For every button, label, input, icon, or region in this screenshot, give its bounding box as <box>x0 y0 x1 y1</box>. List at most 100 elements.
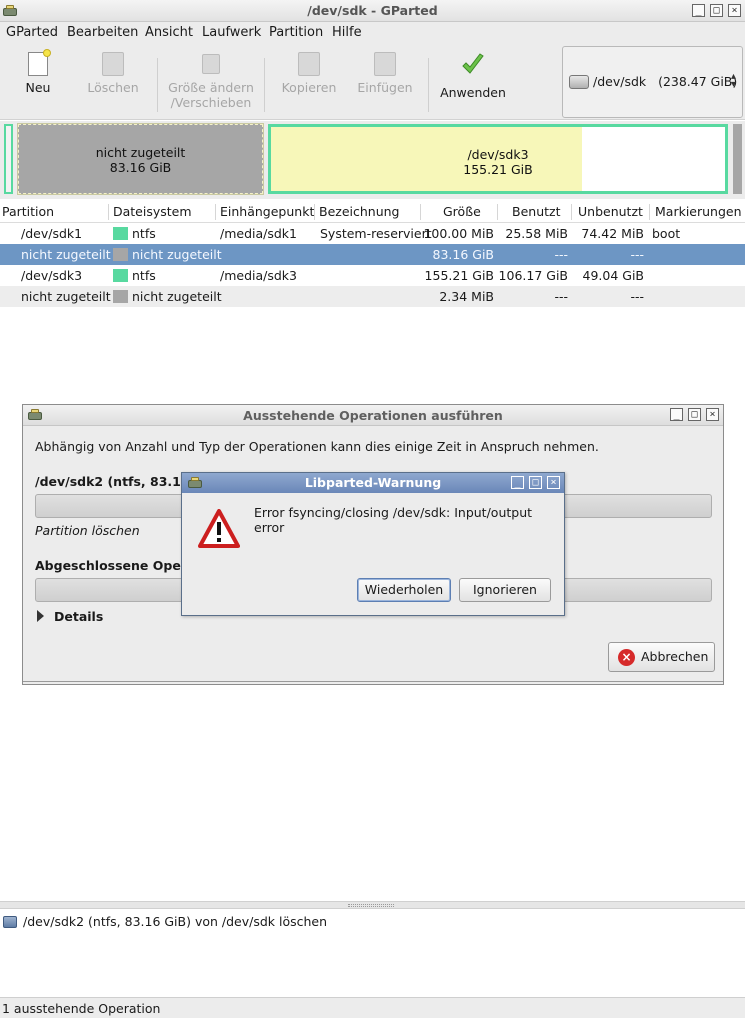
col-size[interactable]: Größe <box>443 204 481 219</box>
checkmark-icon <box>462 53 484 74</box>
cell-filesystem: nicht zugeteilt <box>132 289 222 304</box>
harddisk-icon <box>3 916 17 928</box>
table-row[interactable]: nicht zugeteilt nicht zugeteilt 83.16 Gi… <box>0 244 745 265</box>
cell-size: 100.00 MiB <box>423 226 494 241</box>
device-name: /dev/sdk <box>593 74 647 89</box>
libparted-warning-dialog: Libparted-Warnung _ □ × Error fsyncing/c… <box>181 472 565 616</box>
cell-label: System-reserviert <box>320 226 432 241</box>
list-item[interactable]: /dev/sdk2 (ntfs, 83.16 GiB) von /dev/sdk… <box>0 912 745 932</box>
harddisk-icon <box>569 75 589 89</box>
warning-message: Error fsyncing/closing /dev/sdk: Input/o… <box>254 505 533 535</box>
apply-button[interactable]: Anwenden <box>437 52 509 100</box>
fs-color-swatch <box>113 269 128 282</box>
menubar: GParted Bearbeiten Ansicht Laufwerk Part… <box>0 22 745 44</box>
close-button[interactable]: × <box>706 408 719 421</box>
menu-device[interactable]: Laufwerk <box>202 25 261 40</box>
cell-partition: /dev/sdk1 <box>21 226 83 241</box>
cell-unused: 49.04 GiB <box>582 268 645 283</box>
cell-partition: nicht zugeteilt <box>21 247 111 262</box>
menu-gparted[interactable]: GParted <box>6 25 58 40</box>
resize-label-2: /Verschieben <box>170 95 252 110</box>
expander-arrow-icon <box>37 610 44 622</box>
paste-icon <box>374 52 396 76</box>
fs-color-swatch <box>113 248 128 261</box>
menu-view[interactable]: Ansicht <box>145 25 193 40</box>
table-header: Partition Dateisystem Einhängepunkt Beze… <box>0 201 745 223</box>
copy-button[interactable]: Kopieren <box>276 52 342 95</box>
copy-icon <box>298 52 320 76</box>
pane-divider[interactable] <box>0 901 745 909</box>
delete-button[interactable]: Löschen <box>82 52 144 95</box>
minimize-button[interactable]: _ <box>511 476 524 489</box>
cancel-button[interactable]: × Abbrechen <box>608 642 715 672</box>
minimize-button[interactable]: _ <box>670 408 683 421</box>
minimize-button[interactable]: _ <box>692 4 705 17</box>
cell-used: --- <box>554 247 568 262</box>
toolbar-separator <box>157 58 158 112</box>
window-title: /dev/sdk - GParted <box>307 3 438 18</box>
cell-size: 2.34 MiB <box>439 289 494 304</box>
resize-move-button[interactable]: Größe ändern /Verschieben <box>166 54 256 110</box>
warning-icon <box>198 509 240 548</box>
map-unallocated-small[interactable] <box>733 124 742 194</box>
cancel-icon: × <box>618 649 635 666</box>
resize-icon <box>202 54 220 74</box>
menu-edit[interactable]: Bearbeiten <box>67 25 138 40</box>
details-expander[interactable]: Details <box>37 609 103 624</box>
warning-titlebar: Libparted-Warnung _ □ × <box>182 473 564 493</box>
delete-label: Löschen <box>87 80 139 95</box>
cell-filesystem: ntfs <box>132 268 156 283</box>
map-sdk3-label: /dev/sdk3 <box>467 147 529 162</box>
col-flags[interactable]: Markierungen <box>655 204 742 219</box>
map-unallocated[interactable]: nicht zugeteilt 83.16 GiB <box>17 123 264 195</box>
col-partition[interactable]: Partition <box>2 204 54 219</box>
cell-partition: nicht zugeteilt <box>21 289 111 304</box>
cell-mountpoint: /media/sdk3 <box>220 268 297 283</box>
status-text: 1 ausstehende Operation <box>2 1001 161 1016</box>
table-row[interactable]: /dev/sdk1 ntfs /media/sdk1 System-reserv… <box>0 223 745 244</box>
statusbar: 1 ausstehende Operation <box>0 997 745 1018</box>
completed-operations-heading: Abgeschlossene Operat <box>35 558 202 573</box>
cell-unused: --- <box>630 289 644 304</box>
new-label: Neu <box>25 80 51 95</box>
cell-used: --- <box>554 289 568 304</box>
cell-used: 25.58 MiB <box>505 226 568 241</box>
cell-mountpoint: /media/sdk1 <box>220 226 297 241</box>
current-operation-heading: /dev/sdk2 (ntfs, 83.16 G <box>35 474 205 489</box>
maximize-button[interactable]: □ <box>710 4 723 17</box>
menu-partition[interactable]: Partition <box>269 25 323 40</box>
dialog-description: Abhängig von Anzahl und Typ der Operatio… <box>35 439 599 454</box>
col-unused[interactable]: Unbenutzt <box>578 204 643 219</box>
col-filesystem[interactable]: Dateisystem <box>113 204 192 219</box>
cell-flags: boot <box>652 226 681 241</box>
delete-icon <box>102 52 124 76</box>
ignore-button[interactable]: Ignorieren <box>459 578 551 602</box>
device-size: (238.47 GiB) <box>658 74 738 89</box>
menu-help[interactable]: Hilfe <box>332 25 362 40</box>
close-button[interactable]: × <box>728 4 741 17</box>
apply-label: Anwenden <box>440 85 506 100</box>
fs-color-swatch <box>113 227 128 240</box>
details-label: Details <box>54 609 104 624</box>
table-row[interactable]: /dev/sdk3 ntfs /media/sdk3 155.21 GiB 10… <box>0 265 745 286</box>
new-button[interactable]: Neu <box>14 49 62 95</box>
paste-button[interactable]: Einfügen <box>354 52 416 95</box>
resize-label-1: Größe ändern <box>168 80 254 95</box>
table-row[interactable]: nicht zugeteilt nicht zugeteilt 2.34 MiB… <box>0 286 745 307</box>
col-mountpoint[interactable]: Einhängepunkt <box>220 204 314 219</box>
map-partition-sdk1[interactable] <box>4 124 13 194</box>
combo-arrows-icon: ▴ ▾ <box>730 71 736 90</box>
dialog-title: Ausstehende Operationen ausführen <box>243 408 503 423</box>
cell-unused: 74.42 MiB <box>581 226 644 241</box>
maximize-button[interactable]: □ <box>688 408 701 421</box>
close-button[interactable]: × <box>547 476 560 489</box>
map-partition-sdk3[interactable]: /dev/sdk3 155.21 GiB <box>268 124 728 194</box>
col-label[interactable]: Bezeichnung <box>319 204 400 219</box>
maximize-button[interactable]: □ <box>529 476 542 489</box>
retry-button[interactable]: Wiederholen <box>357 578 451 602</box>
device-selector[interactable]: /dev/sdk (238.47 GiB) ▴ ▾ <box>562 46 743 118</box>
current-operation-action: Partition löschen <box>35 523 140 538</box>
col-used[interactable]: Benutzt <box>512 204 560 219</box>
operation-text: /dev/sdk2 (ntfs, 83.16 GiB) von /dev/sdk… <box>23 914 328 929</box>
divider-grip <box>348 904 394 907</box>
